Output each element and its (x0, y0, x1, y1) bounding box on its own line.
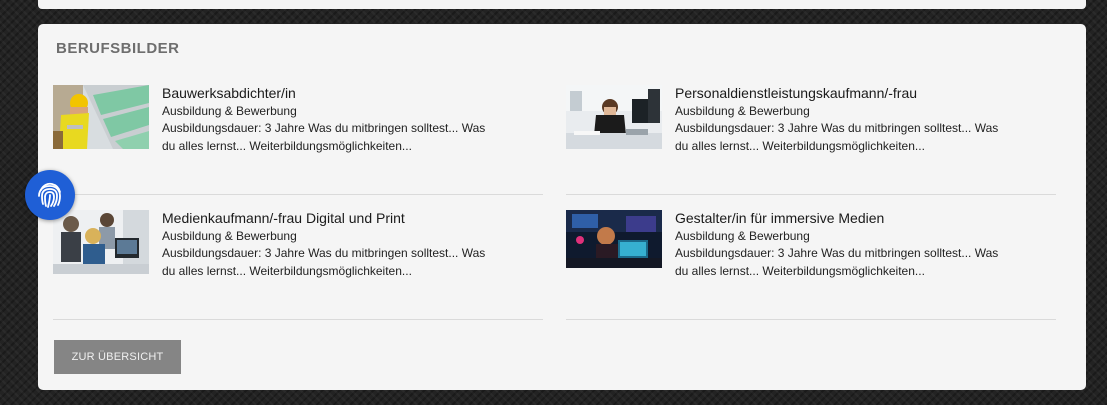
job-thumbnail-construction[interactable] (53, 85, 149, 149)
job-description: Ausbildungsdauer: 3 Jahre Was du mitbrin… (675, 246, 999, 278)
fingerprint-badge-button[interactable] (25, 170, 75, 220)
job-description: Ausbildungsdauer: 3 Jahre Was du mitbrin… (675, 121, 999, 153)
job-item[interactable]: Gestalter/in für immersive Medien Ausbil… (566, 210, 1056, 320)
job-title-link[interactable]: Gestalter/in für immersive Medien (675, 210, 1035, 227)
job-text: Gestalter/in für immersive Medien Ausbil… (675, 210, 1035, 280)
job-text: Bauwerksabdichter/in Ausbildung & Bewerb… (162, 85, 522, 155)
job-title-link[interactable]: Medienkaufmann/-frau Digital und Print (162, 210, 522, 227)
berufsbilder-card: BERUFSBILDER Bauwerksabdichter/in Ausbil… (38, 24, 1086, 390)
job-title-link[interactable]: Bauwerksabdichter/in (162, 85, 522, 102)
job-thumbnail-team[interactable] (53, 210, 149, 274)
job-thumbnail-vr-studio[interactable] (566, 210, 662, 268)
job-category: Ausbildung & Bewerbung (675, 229, 810, 243)
job-category: Ausbildung & Bewerbung (675, 104, 810, 118)
job-item[interactable]: Personaldienstleistungskaufmann/-frau Au… (566, 85, 1056, 195)
fingerprint-icon (38, 182, 61, 208)
overview-button[interactable]: ZUR ÜBERSICHT (54, 340, 181, 374)
job-title-link[interactable]: Personaldienstleistungskaufmann/-frau (675, 85, 1035, 102)
section-title: BERUFSBILDER (56, 40, 180, 57)
job-description: Ausbildungsdauer: 3 Jahre Was du mitbrin… (162, 121, 486, 153)
job-description: Ausbildungsdauer: 3 Jahre Was du mitbrin… (162, 246, 486, 278)
job-category: Ausbildung & Bewerbung (162, 229, 297, 243)
job-thumbnail-office[interactable] (566, 85, 662, 149)
job-category: Ausbildung & Bewerbung (162, 104, 297, 118)
previous-section-card (38, 0, 1086, 9)
job-text: Medienkaufmann/-frau Digital und Print A… (162, 210, 522, 280)
job-text: Personaldienstleistungskaufmann/-frau Au… (675, 85, 1035, 155)
job-item[interactable]: Medienkaufmann/-frau Digital und Print A… (53, 210, 543, 320)
job-item[interactable]: Bauwerksabdichter/in Ausbildung & Bewerb… (53, 85, 543, 195)
